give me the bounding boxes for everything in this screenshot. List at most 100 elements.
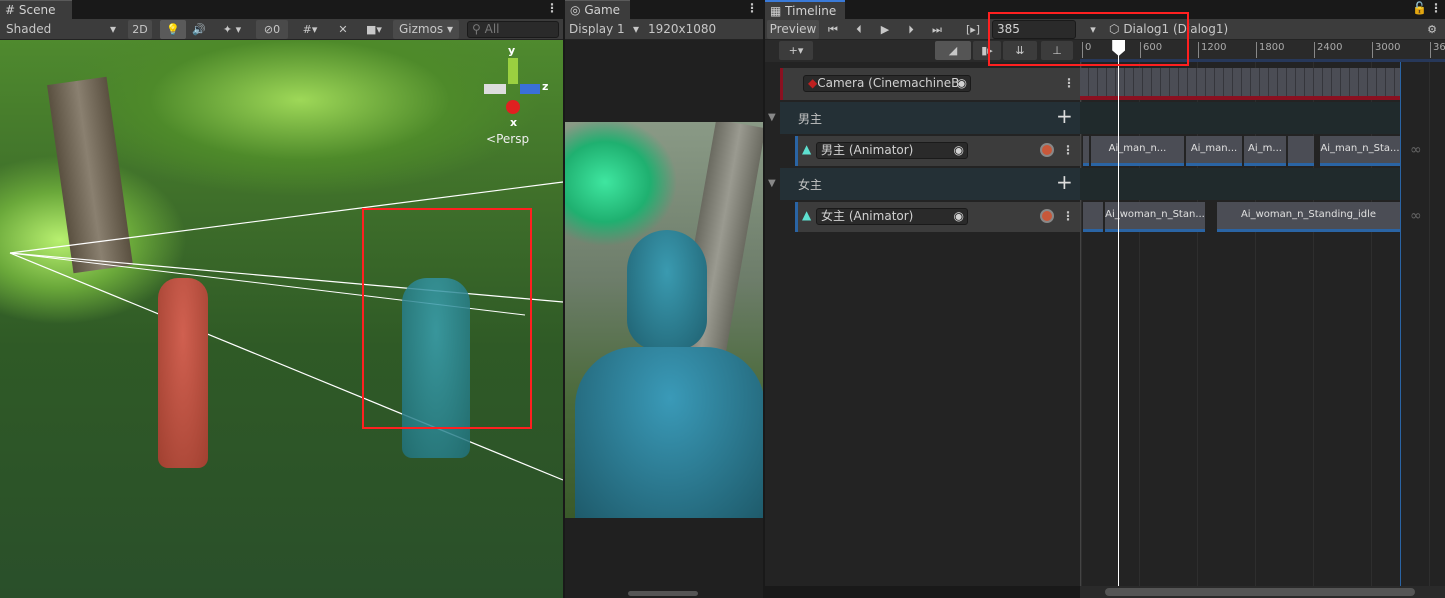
record-button[interactable]	[1040, 143, 1054, 157]
animation-track-icon: ▲	[802, 142, 812, 156]
target-icon: ◉	[956, 76, 967, 90]
scene-viewport[interactable]: y z x <Persp	[0, 40, 563, 598]
group-row	[1080, 102, 1400, 134]
clip[interactable]	[1083, 202, 1103, 232]
snap-toggle[interactable]: ◢	[935, 41, 971, 60]
grid-line	[1429, 62, 1430, 586]
ruler-tick-label: 3000	[1372, 42, 1400, 58]
go-to-end-button[interactable]: ⏭	[925, 20, 949, 39]
resolution-dropdown[interactable]: 1920x1080	[645, 20, 725, 39]
clip[interactable]: Ai_man_n...	[1091, 136, 1184, 166]
tools-icon: ✕	[338, 23, 348, 36]
horizontal-scrollbar[interactable]	[1080, 586, 1445, 598]
scene-menu-button[interactable]: ⋮	[546, 1, 558, 15]
playhead[interactable]	[1112, 40, 1126, 586]
next-frame-button[interactable]: ⏵	[899, 20, 923, 39]
track-menu-button[interactable]: ⋮	[1062, 209, 1074, 223]
male-animator-binding[interactable]: 男主 (Animator) ◉	[816, 142, 968, 159]
infinity-icon: ∞	[1410, 142, 1422, 158]
camera-binding-field[interactable]: ◆Camera (CinemachineB ◉	[803, 75, 971, 92]
tab-timeline[interactable]: ▦ Timeline	[765, 0, 845, 19]
preview-toggle[interactable]: Preview	[767, 20, 819, 39]
end-marker	[1400, 62, 1401, 586]
scene-tabbar	[0, 0, 563, 19]
settings-button[interactable]: ⚙	[1421, 20, 1443, 39]
play-range-icon: [▸]	[965, 23, 981, 36]
ruler-tick-label: 1200	[1198, 42, 1226, 58]
search-icon: ⚲	[472, 22, 485, 36]
ruler-tick-label: 2400	[1314, 42, 1342, 58]
clip[interactable]: Ai_woman_n_Stan...	[1105, 202, 1205, 232]
play-range-button[interactable]: [▸]	[961, 20, 985, 39]
clip[interactable]	[1288, 136, 1314, 166]
male-clips: Ai_man_n... Ai_man... Ai_m... Ai_man_n_S…	[1080, 136, 1400, 166]
character-body	[575, 347, 763, 518]
game-menu-button[interactable]: ⋮	[746, 1, 758, 15]
neg-x-axis-icon	[484, 84, 506, 94]
skip-start-icon: ⏮	[828, 23, 838, 36]
audio-toggle[interactable]: 🔊	[188, 20, 210, 39]
male-animator-track-header[interactable]: ▲ 男主 (Animator) ◉ ⋮	[795, 136, 1080, 166]
grid-icon: #	[5, 3, 16, 17]
clip[interactable]: Ai_m...	[1244, 136, 1286, 166]
grid-dropdown[interactable]: #▾	[290, 20, 330, 39]
scrollbar-thumb[interactable]	[1105, 588, 1415, 596]
step-forward-icon: ⏵	[908, 23, 914, 36]
hidden-objects-toggle[interactable]: ⊘0	[256, 20, 288, 39]
camera-dropdown[interactable]: ■▾	[358, 20, 390, 39]
chevron-down-icon: ▾	[632, 22, 639, 36]
tab-game[interactable]: ◎ Game	[565, 0, 630, 19]
add-track-button[interactable]: +▾	[779, 41, 813, 60]
play-button[interactable]: ▶	[873, 20, 897, 39]
z-axis-icon	[520, 84, 540, 94]
clip[interactable]: Ai_man_n_Sta...	[1320, 136, 1400, 166]
shading-dropdown[interactable]: Shaded ▾	[2, 20, 120, 39]
go-to-start-button[interactable]: ⏮	[821, 20, 845, 39]
collapse-arrow-icon[interactable]: ▼	[768, 178, 776, 189]
skip-end-icon: ⏭	[932, 23, 942, 36]
track-menu-button[interactable]: ⋮	[1063, 76, 1075, 90]
scene-toolbar: Shaded ▾ 2D 💡 🔊 ✦ ▾ ⊘0 #▾ ✕ ■▾ Gizmos ▾ ⚲…	[0, 19, 563, 40]
eye-slash-icon: ⊘	[263, 23, 274, 36]
track-menu-button[interactable]: ⋮	[1062, 143, 1074, 157]
group-header-male[interactable]: 男主 +	[780, 102, 1080, 134]
lightbulb-icon: 💡	[166, 23, 180, 36]
add-plus-icon[interactable]: +	[1056, 170, 1073, 194]
character-head	[627, 230, 707, 350]
scene-search-input[interactable]: ⚲ All	[467, 21, 559, 38]
highlight-box	[362, 208, 532, 429]
camera-icon: ■▾	[366, 23, 382, 36]
highlight-box	[988, 12, 1189, 66]
female-animator-binding[interactable]: 女主 (Animator) ◉	[816, 208, 968, 225]
projection-label[interactable]: <Persp	[486, 132, 529, 146]
tools-button[interactable]: ✕	[332, 20, 354, 39]
effects-dropdown[interactable]: ✦ ▾	[212, 20, 252, 39]
gamepad-icon: ◎	[570, 3, 581, 17]
gear-icon: ⚙	[1427, 23, 1437, 36]
lock-icon[interactable]: 🔓	[1412, 1, 1427, 15]
orientation-gizmo[interactable]: y z x <Persp	[478, 44, 558, 146]
clip[interactable]	[1083, 136, 1089, 166]
camera-track-clips[interactable]	[1080, 68, 1400, 100]
snap-icon: ◢	[948, 44, 958, 57]
collapse-arrow-icon[interactable]: ▼	[768, 112, 776, 123]
2d-toggle[interactable]: 2D	[128, 20, 152, 39]
previous-frame-button[interactable]: ⏴	[847, 20, 871, 39]
clip[interactable]: Ai_woman_n_Standing_idle	[1217, 202, 1400, 232]
record-button[interactable]	[1040, 209, 1054, 223]
camera-track-header[interactable]: ◆Camera (CinemachineB ◉ ⋮	[780, 68, 1080, 100]
lighting-toggle[interactable]: 💡	[160, 20, 186, 39]
tab-scene[interactable]: # Scene	[0, 0, 72, 19]
gizmos-dropdown[interactable]: Gizmos ▾	[393, 20, 459, 39]
chevron-down-icon: ▾	[109, 22, 116, 36]
speaker-icon: 🔊	[192, 23, 206, 36]
female-animator-track-header[interactable]: ▲ 女主 (Animator) ◉ ⋮	[795, 202, 1080, 232]
timeline-menu-button[interactable]: ⋮	[1430, 1, 1442, 15]
male-character	[158, 278, 208, 468]
game-scrollbar[interactable]	[628, 591, 698, 596]
add-plus-icon[interactable]: +	[1056, 104, 1073, 128]
group-header-female[interactable]: 女主 +	[780, 168, 1080, 200]
game-viewport	[565, 122, 763, 518]
clip[interactable]: Ai_man...	[1186, 136, 1242, 166]
display-dropdown[interactable]: Display 1 ▾	[565, 20, 643, 39]
